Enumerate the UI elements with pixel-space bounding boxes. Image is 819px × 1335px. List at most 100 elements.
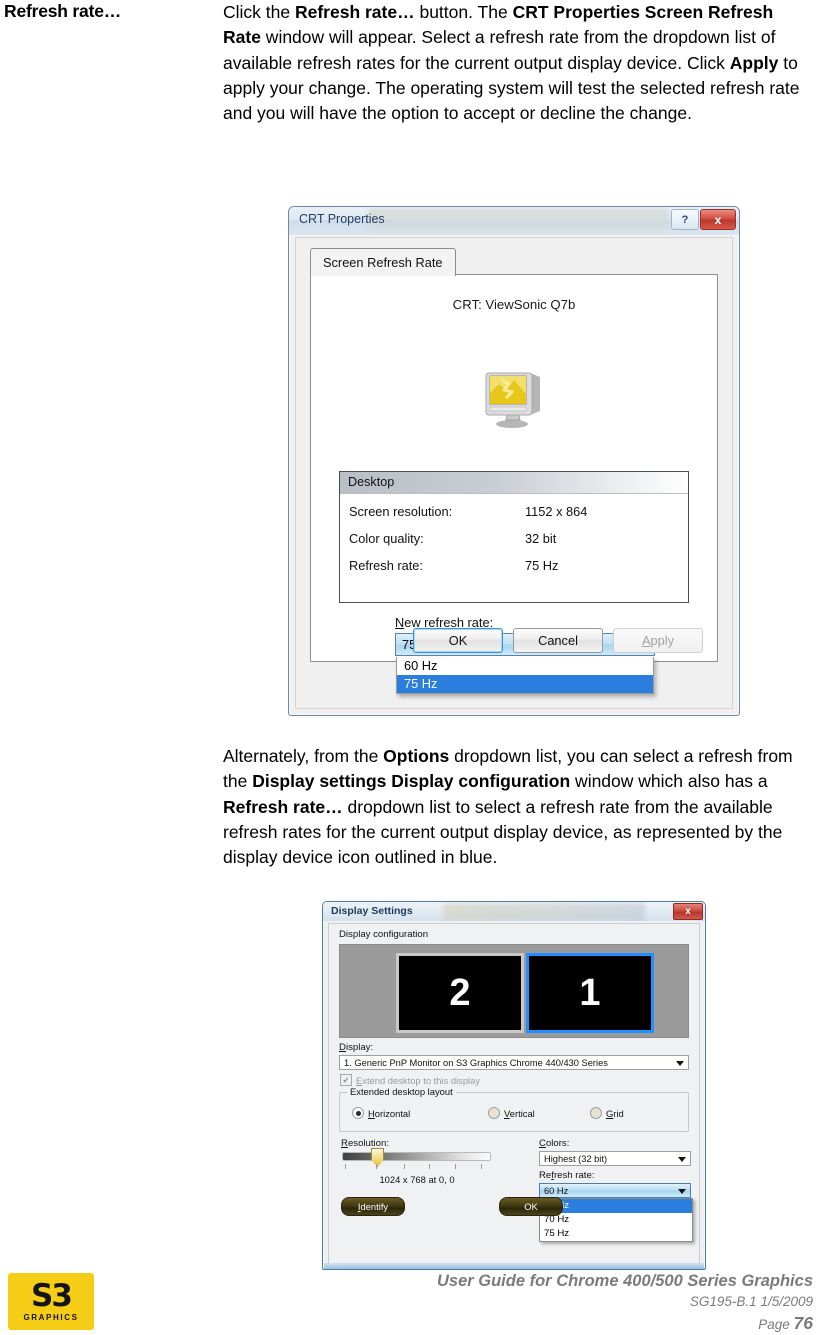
dropdown-option-75hz[interactable]: 75 Hz (397, 675, 653, 693)
monitor-preview-1[interactable]: 1 (526, 953, 654, 1033)
desktop-group-header: Desktop (340, 472, 688, 494)
text-run: window which also has a (570, 771, 768, 792)
colors-combobox[interactable]: Highest (32 bit) (539, 1151, 691, 1166)
cancel-button[interactable]: Cancel (513, 628, 603, 653)
footer-page-word: Page (758, 1317, 794, 1332)
slider-tick (429, 1164, 430, 1169)
extend-desktop-checkbox[interactable]: ✔ Extend desktop to this display (340, 1074, 480, 1086)
bold-run: Options (383, 746, 450, 766)
slider-tick (404, 1164, 405, 1169)
radio-horizontal[interactable]: Horizontal (352, 1107, 410, 1119)
titlebar-blurred-background (369, 209, 669, 235)
radio-vertical-label: Vertical (504, 1108, 535, 1119)
row-label-color-quality: Color quality: (349, 531, 424, 546)
chevron-down-icon[interactable] (678, 1156, 686, 1162)
extended-desktop-layout-group: Extended desktop layout Horizontal Verti… (339, 1086, 689, 1132)
identify-button[interactable]: Identify (341, 1197, 405, 1216)
radio-unselected-icon (488, 1107, 500, 1119)
dropdown-option-75hz[interactable]: 75 Hz (540, 1227, 692, 1241)
crt-dialog-button-row: OK Cancel Apply (311, 628, 703, 653)
resolution-label: Resolution: (341, 1138, 389, 1149)
row-value-screen-resolution: 1152 x 864 (525, 504, 588, 519)
s3-graphics-logo: S3 GRAPHICS (8, 1273, 94, 1330)
footer-page-number: 76 (793, 1313, 813, 1333)
radio-unselected-icon (590, 1107, 602, 1119)
display-settings-dialog: Display Settings x Display configuration… (322, 901, 706, 1270)
colors-combobox-value: Highest (32 bit) (544, 1153, 608, 1164)
refresh-rate-combobox[interactable]: 60 Hz (539, 1183, 691, 1198)
radio-horizontal-label: Horizontal (368, 1108, 410, 1119)
radio-vertical-label-rest: ertical (509, 1107, 535, 1119)
slider-tick (455, 1164, 456, 1169)
display-configuration-label: Display configuration (339, 929, 429, 940)
resolution-slider-thumb[interactable] (371, 1148, 384, 1167)
identify-button-rest: dentify (360, 1201, 389, 1212)
radio-grid[interactable]: Grid (590, 1107, 624, 1119)
close-icon[interactable]: x (673, 903, 703, 920)
bold-run: Refresh rate… (223, 796, 343, 817)
paragraph-refresh-rate-description: Click the Refresh rate… button. The CRT … (223, 0, 803, 126)
desktop-groupbox: Desktop Screen resolution: 1152 x 864 Co… (339, 471, 689, 603)
chevron-down-icon[interactable] (678, 1188, 686, 1194)
crt-properties-dialog: CRT Properties ? x Screen Refresh Rate C… (288, 206, 740, 716)
radio-vertical[interactable]: Vertical (488, 1107, 535, 1119)
chevron-down-icon[interactable] (676, 1060, 684, 1066)
new-refresh-rate-dropdown-list[interactable]: 60 Hz 75 Hz (396, 657, 654, 694)
crt-dialog-window-buttons: ? x (671, 209, 736, 230)
resolution-slider-track[interactable] (342, 1152, 491, 1161)
row-label-screen-resolution: Screen resolution: (349, 504, 453, 519)
monitor-preview-2[interactable]: 2 (396, 953, 524, 1033)
refresh-rate-combobox-value: 60 Hz (544, 1185, 569, 1196)
crt-tab-panel: CRT: ViewSonic Q7b Desktop Screen resolu… (310, 274, 718, 694)
display-settings-titlebar: Display Settings x (323, 902, 705, 921)
help-icon[interactable]: ? (671, 209, 699, 230)
display-combobox[interactable]: 1. Generic PnP Monitor on S3 Graphics Ch… (339, 1055, 689, 1070)
refresh-rate-label-pre: Re (539, 1170, 552, 1181)
resolution-label-rest: esolution: (347, 1138, 390, 1149)
close-icon[interactable]: x (700, 209, 736, 230)
term-label: Refresh rate… (4, 1, 122, 21)
radio-grid-label: Grid (606, 1108, 624, 1119)
extend-desktop-label: Extend desktop to this display (356, 1075, 480, 1086)
bold-run: Apply (729, 52, 779, 73)
crt-dialog-body: Screen Refresh Rate CRT: ViewSonic Q7b D… (295, 237, 733, 709)
colors-label: Colors: (539, 1138, 569, 1149)
dropdown-option-60hz[interactable]: 60 Hz (397, 657, 653, 675)
slider-tick (345, 1164, 346, 1169)
display-label-rest: isplay: (345, 1042, 374, 1053)
apply-button[interactable]: Apply (613, 628, 703, 653)
logo-main-text: S3 (31, 1278, 73, 1314)
display-settings-body: Display configuration 2 1 Display: 1. Ge… (328, 923, 700, 1264)
display-label: Display: (339, 1042, 373, 1053)
accesskey-h: H (368, 1107, 375, 1119)
ds-ok-button[interactable]: OK (499, 1197, 563, 1216)
paragraph-options-dropdown-description: Alternately, from the Options dropdown l… (223, 744, 803, 870)
text-run: button. The (414, 2, 513, 22)
display-combobox-value: 1. Generic PnP Monitor on S3 Graphics Ch… (344, 1057, 608, 1068)
crt-dialog-titlebar: CRT Properties ? x (289, 207, 739, 235)
accesskey-r: R (341, 1138, 348, 1149)
crt-tabstrip: Screen Refresh Rate (310, 248, 718, 276)
ok-button[interactable]: OK (413, 628, 503, 653)
display-configuration-preview: 2 1 (339, 944, 689, 1038)
crt-device-title: CRT: ViewSonic Q7b (452, 297, 576, 312)
radio-selected-icon (352, 1107, 364, 1119)
resolution-value-text: 1024 x 768 at 0, 0 (379, 1174, 455, 1185)
accesskey-d: D (339, 1042, 346, 1053)
slider-tick (376, 1164, 377, 1169)
dropdown-option-70hz[interactable]: 70 Hz (540, 1213, 692, 1227)
row-value-refresh-rate: 75 Hz (525, 558, 559, 573)
colors-label-rest: olors: (545, 1138, 570, 1149)
titlebar-blurred-background (443, 903, 645, 921)
slider-tick (481, 1164, 482, 1169)
display-settings-title: Display Settings (331, 905, 413, 917)
radio-horizontal-label-rest: orizontal (374, 1107, 411, 1119)
row-label-refresh-rate: Refresh rate: (349, 558, 423, 573)
crt-dialog-title: CRT Properties (299, 212, 385, 226)
extended-desktop-layout-legend: Extended desktop layout (347, 1086, 456, 1097)
tab-screen-refresh-rate[interactable]: Screen Refresh Rate (310, 248, 456, 276)
extend-desktop-label-rest: xtend desktop to this display (362, 1074, 481, 1086)
text-run: Click the (223, 2, 295, 22)
row-value-color-quality: 32 bit (525, 531, 557, 546)
text-run: window will appear. Select a refresh rat… (223, 27, 776, 73)
